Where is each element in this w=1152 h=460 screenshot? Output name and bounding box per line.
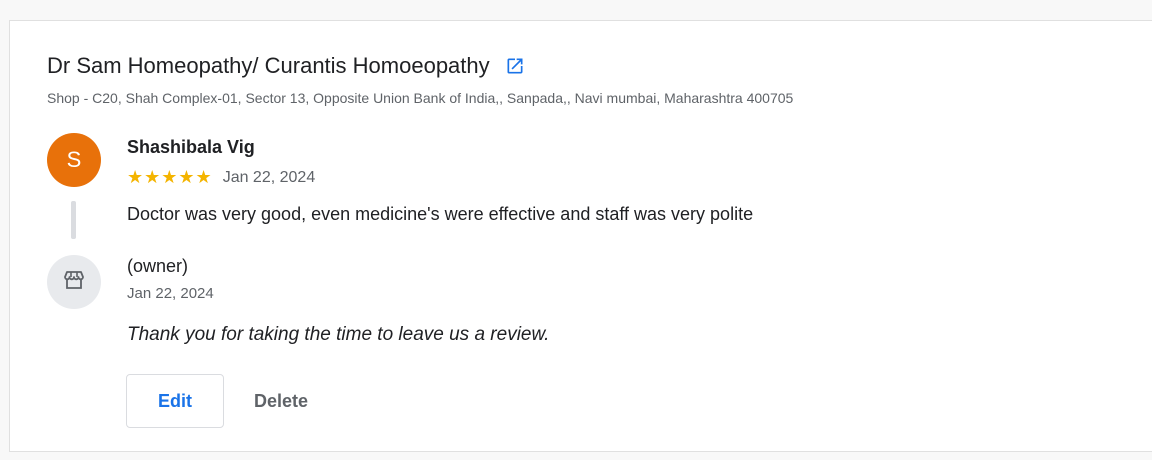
storefront-icon (62, 268, 86, 297)
owner-response-date: Jan 22, 2024 (127, 285, 214, 302)
star-rating: ★★★★★ (127, 167, 213, 187)
review-text: Doctor was very good, even medicine's we… (127, 204, 754, 224)
business-header: Dr Sam Homeopathy/ Curantis Homoeopathy (47, 53, 526, 79)
avatar: S (47, 133, 101, 187)
edit-button[interactable]: Edit (126, 374, 224, 428)
owner-avatar (47, 255, 101, 309)
owner-reply-text: Thank you for taking the time to leave u… (127, 324, 550, 345)
review-card: Dr Sam Homeopathy/ Curantis Homoeopathy … (9, 20, 1152, 452)
avatar-initial: S (66, 147, 82, 172)
reviewer-name: Shashibala Vig (127, 137, 255, 157)
open-in-new-icon[interactable] (504, 55, 526, 77)
owner-label: (owner) (127, 256, 189, 276)
business-address: Shop - C20, Shah Complex-01, Sector 13, … (47, 90, 794, 106)
business-name: Dr Sam Homeopathy/ Curantis Homoeopathy (47, 53, 490, 78)
review-date: Jan 22, 2024 (222, 168, 316, 186)
delete-button[interactable]: Delete (240, 374, 322, 428)
thread-connector (71, 201, 76, 239)
rating-row: ★★★★★ Jan 22, 2024 (127, 167, 315, 188)
